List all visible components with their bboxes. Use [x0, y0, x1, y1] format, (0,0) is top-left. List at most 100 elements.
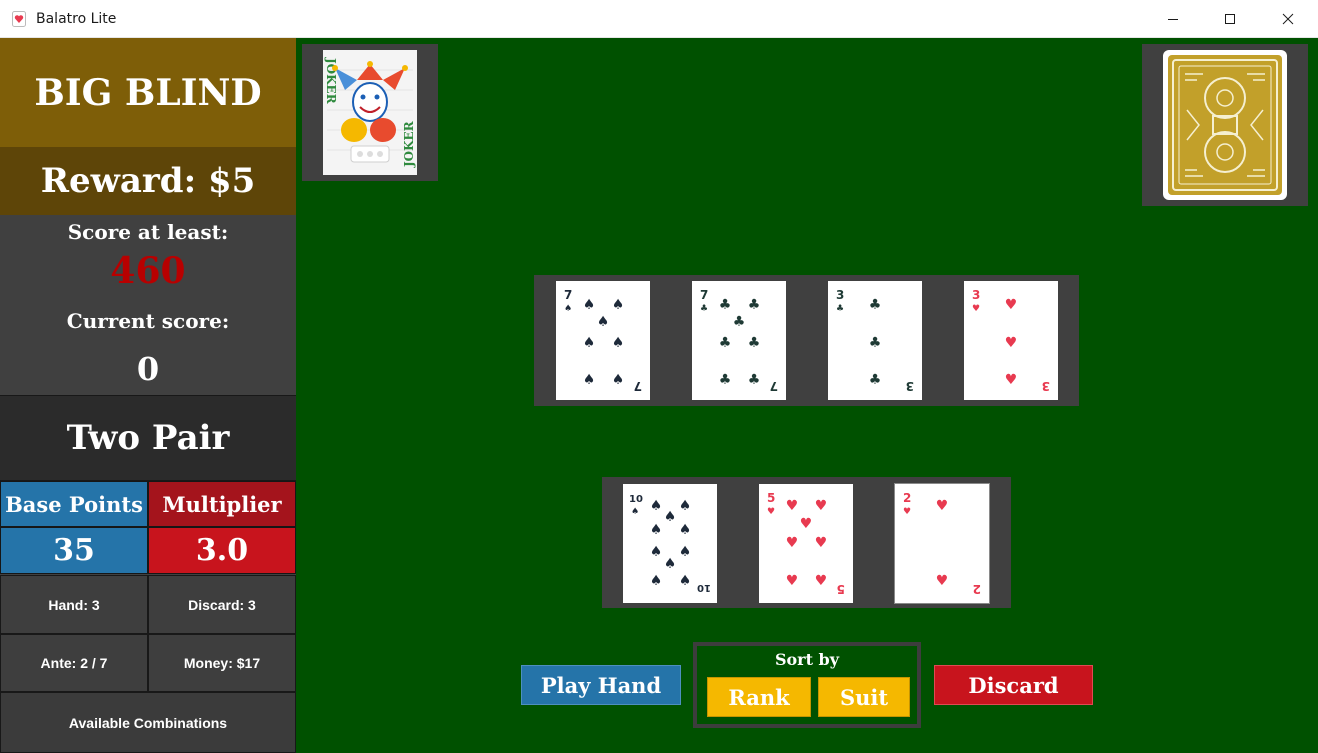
svg-text:♣: ♣ [869, 297, 882, 313]
svg-text:♠: ♠ [664, 556, 677, 572]
svg-text:3: 3 [836, 288, 844, 302]
hands-remaining: Hand: 3 [0, 575, 148, 634]
current-score-value: 0 [136, 350, 160, 388]
svg-text:♣: ♣ [836, 304, 844, 314]
svg-text:♠: ♠ [597, 314, 610, 330]
svg-text:♥: ♥ [815, 498, 828, 514]
score-target-label: Score at least: [67, 220, 229, 244]
hand-type-panel: Two Pair [0, 395, 296, 481]
svg-text:♥: ♥ [903, 507, 911, 517]
svg-text:♠: ♠ [612, 335, 625, 351]
svg-text:♠: ♠ [612, 372, 625, 388]
seven-of-spades-icon: 7 ♠ ♠ ♠ ♠ ♠ ♠ ♠ ♠ 7 [556, 281, 650, 400]
svg-text:♣: ♣ [869, 335, 882, 351]
hand-type: Two Pair [66, 418, 230, 458]
svg-text:5: 5 [767, 491, 775, 505]
card-10-spades[interactable]: 10 ♠ ♠ ♠ ♠ ♠ ♠ ♠ ♠ ♠ ♠ ♠ 10 [623, 484, 717, 603]
svg-text:♠: ♠ [650, 498, 663, 514]
minimize-icon [1168, 19, 1178, 20]
svg-text:♥: ♥ [767, 507, 775, 517]
discards-remaining: Discard: 3 [148, 575, 296, 634]
maximize-icon [1225, 14, 1235, 24]
game-table: JOKER JOKER 7 ♠ ♠ ♠ ♠ ♠ ♠ ♠ ♠ 7 7 ♣ ♣ ♣ … [296, 38, 1318, 753]
svg-text:♠: ♠ [583, 297, 596, 313]
blind-name: BIG BLIND [34, 71, 262, 114]
svg-text:♥: ♥ [972, 304, 980, 314]
title-bar: Balatro Lite [0, 0, 1318, 38]
svg-text:3: 3 [1042, 379, 1050, 393]
seven-of-clubs-icon: 7 ♣ ♣ ♣ ♣ ♣ ♣ ♣ ♣ 7 [692, 281, 786, 400]
svg-text:10: 10 [697, 582, 711, 593]
svg-text:♥: ♥ [1005, 297, 1018, 313]
three-of-hearts-icon: 3 ♥ ♥ ♥ ♥ 3 [964, 281, 1058, 400]
five-of-hearts-icon: 5 ♥ ♥ ♥ ♥ ♥ ♥ ♥ ♥ 5 [759, 484, 853, 603]
sort-suit-button[interactable]: Suit [818, 677, 910, 717]
svg-text:♠: ♠ [631, 507, 639, 517]
svg-text:♥: ♥ [936, 573, 949, 589]
joker-face-icon: JOKER JOKER [323, 50, 417, 175]
money-counter: Money: $17 [148, 634, 296, 692]
blind-panel: BIG BLIND [0, 38, 296, 147]
svg-text:3: 3 [906, 379, 914, 393]
svg-text:7: 7 [564, 288, 572, 302]
svg-text:♠: ♠ [583, 372, 596, 388]
available-combinations-button[interactable]: Available Combinations [0, 692, 296, 753]
svg-text:♣: ♣ [748, 372, 761, 388]
sort-rank-button[interactable]: Rank [707, 677, 811, 717]
svg-text:♠: ♠ [564, 304, 572, 314]
card-7-clubs[interactable]: 7 ♣ ♣ ♣ ♣ ♣ ♣ ♣ ♣ 7 [692, 281, 786, 400]
current-score-label: Current score: [66, 309, 230, 333]
svg-text:7: 7 [634, 379, 642, 393]
maximize-button[interactable] [1201, 0, 1259, 38]
svg-text:5: 5 [837, 582, 845, 596]
svg-text:♥: ♥ [786, 535, 799, 551]
minimize-button[interactable] [1144, 0, 1202, 38]
svg-text:♠: ♠ [650, 573, 663, 589]
deck-card-back[interactable] [1163, 50, 1287, 200]
base-points-value: 35 [0, 527, 148, 574]
base-points-header: Base Points [0, 481, 148, 527]
svg-text:♠: ♠ [650, 522, 663, 538]
discard-button[interactable]: Discard [934, 665, 1093, 705]
joker-card[interactable]: JOKER JOKER [323, 50, 417, 175]
card-3-hearts[interactable]: 3 ♥ ♥ ♥ ♥ 3 [964, 281, 1058, 400]
svg-text:♣: ♣ [719, 372, 732, 388]
svg-text:3: 3 [972, 288, 980, 302]
three-of-clubs-icon: 3 ♣ ♣ ♣ ♣ 3 [828, 281, 922, 400]
svg-text:♥: ♥ [786, 573, 799, 589]
two-of-hearts-icon: 2 ♥ ♥ ♥ 2 [895, 484, 989, 603]
card-7-spades[interactable]: 7 ♠ ♠ ♠ ♠ ♠ ♠ ♠ ♠ 7 [556, 281, 650, 400]
close-button[interactable] [1259, 0, 1317, 38]
multiplier-value: 3.0 [148, 527, 296, 574]
close-icon [1282, 13, 1294, 25]
deck-slot [1142, 44, 1308, 206]
card-2-hearts[interactable]: 2 ♥ ♥ ♥ 2 [894, 483, 990, 604]
window-title: Balatro Lite [36, 11, 117, 27]
card-back-icon [1163, 50, 1287, 200]
svg-text:♠: ♠ [583, 335, 596, 351]
card-5-hearts[interactable]: 5 ♥ ♥ ♥ ♥ ♥ ♥ ♥ ♥ 5 [759, 484, 853, 603]
reward-panel: Reward: $5 [0, 147, 296, 215]
svg-text:♠: ♠ [679, 544, 692, 560]
svg-text:♥: ♥ [1005, 372, 1018, 388]
hand-cards-area: 10 ♠ ♠ ♠ ♠ ♠ ♠ ♠ ♠ ♠ ♠ ♠ 10 5 ♥ ♥ ♥ ♥ ♥ … [602, 477, 1011, 608]
svg-text:2: 2 [903, 491, 911, 505]
reward-text: Reward: $5 [40, 161, 256, 201]
svg-text:♠: ♠ [612, 297, 625, 313]
selected-cards-area: 7 ♠ ♠ ♠ ♠ ♠ ♠ ♠ ♠ 7 7 ♣ ♣ ♣ ♣ ♣ ♣ ♣ ♣ 7 … [534, 275, 1079, 406]
svg-text:♠: ♠ [679, 573, 692, 589]
svg-text:♣: ♣ [733, 314, 746, 330]
card-3-clubs[interactable]: 3 ♣ ♣ ♣ ♣ 3 [828, 281, 922, 400]
svg-text:♣: ♣ [700, 304, 708, 314]
svg-text:♣: ♣ [719, 335, 732, 351]
svg-text:♣: ♣ [719, 297, 732, 313]
svg-text:7: 7 [700, 288, 708, 302]
svg-text:♣: ♣ [748, 335, 761, 351]
svg-text:♠: ♠ [679, 522, 692, 538]
play-hand-button[interactable]: Play Hand [521, 665, 681, 705]
multiplier-header: Multiplier [148, 481, 296, 527]
svg-text:♠: ♠ [679, 498, 692, 514]
score-panel: Score at least: 460 Current score: 0 [0, 215, 294, 395]
score-target-value: 460 [110, 250, 186, 292]
svg-text:JOKER: JOKER [324, 57, 338, 105]
